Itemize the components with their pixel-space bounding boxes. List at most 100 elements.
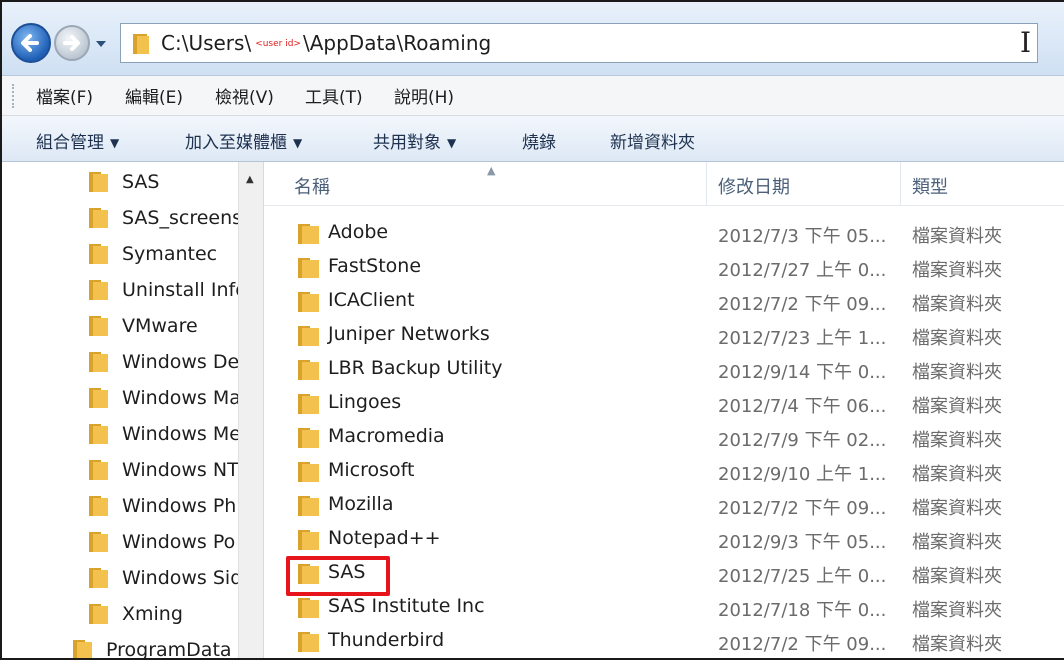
text-cursor-icon: I — [1020, 26, 1032, 59]
folder-icon — [89, 604, 108, 624]
tree-item-label: Xming — [122, 603, 183, 625]
file-row[interactable]: Mozilla 2012/7/2 下午 09... 檔案資料夾 — [264, 489, 1064, 523]
menu-edit[interactable]: 編輯(E) — [121, 81, 187, 110]
folder-icon — [298, 394, 319, 414]
tree-item[interactable]: ProgramData — [72, 634, 232, 658]
folder-icon — [298, 530, 319, 550]
navigation-scrollbar[interactable]: ▲ — [238, 162, 264, 658]
forward-button[interactable] — [54, 25, 90, 61]
tree-item-label: Windows Po — [122, 531, 236, 553]
file-type: 檔案資料夾 — [912, 498, 1002, 519]
file-row[interactable]: LBR Backup Utility 2012/9/14 下午 0... 檔案資料夾 — [264, 353, 1064, 387]
address-path: C:\Users\ <user id> \AppData\Roaming — [161, 31, 491, 55]
folder-icon — [89, 172, 108, 192]
back-arrow-icon — [21, 34, 39, 52]
tree-item[interactable]: Windows De — [88, 346, 238, 378]
file-row[interactable]: SAS Institute Inc 2012/7/18 下午 0... 檔案資料夾 — [264, 591, 1064, 625]
tree-item[interactable]: Windows Sid — [88, 562, 238, 594]
file-name: FastStone — [328, 255, 422, 277]
tree-item[interactable]: Windows Ma — [88, 382, 238, 414]
file-type: 檔案資料夾 — [912, 328, 1002, 349]
file-row[interactable]: Thunderbird 2012/7/2 下午 09... 檔案資料夾 — [264, 625, 1064, 658]
column-divider[interactable] — [900, 162, 901, 206]
file-row[interactable]: Adobe 2012/7/3 下午 05... 檔案資料夾 — [264, 217, 1064, 251]
file-name: ICAClient — [328, 289, 415, 311]
explorer-window: C:\Users\ <user id> \AppData\Roaming I 檔案(… — [0, 0, 1064, 660]
tree-item-label: Uninstall Info — [122, 279, 238, 301]
file-row[interactable]: Microsoft 2012/9/10 上午 1... 檔案資料夾 — [264, 455, 1064, 489]
tree-item[interactable]: Windows Po — [88, 526, 235, 558]
folder-icon — [89, 316, 108, 336]
column-divider[interactable] — [706, 162, 707, 206]
file-name: Microsoft — [328, 459, 415, 481]
folder-icon — [89, 532, 108, 552]
menu-bar: 檔案(F) 編輯(E) 檢視(V) 工具(T) 說明(H) — [2, 76, 1064, 116]
file-name: Adobe — [328, 221, 389, 243]
folder-icon — [298, 326, 319, 346]
burn-button[interactable]: 燒錄 — [522, 128, 556, 153]
file-type: 檔案資料夾 — [912, 566, 1002, 587]
sort-up-icon: ▲ — [487, 164, 496, 177]
column-name[interactable]: 名稱 — [294, 173, 330, 199]
tree-item[interactable]: Uninstall Info — [88, 274, 238, 306]
file-row[interactable]: Lingoes 2012/7/4 下午 06... 檔案資料夾 — [264, 387, 1064, 421]
tree-item[interactable]: Windows Me — [88, 418, 238, 450]
recent-pages-dropdown[interactable] — [94, 37, 108, 51]
tree-item[interactable]: SAS — [88, 166, 159, 198]
folder-icon — [89, 280, 108, 300]
file-date: 2012/7/25 上午 0... — [718, 566, 887, 587]
folder-icon — [298, 292, 319, 312]
dropdown-caret-icon: ▼ — [293, 136, 303, 150]
tree-item[interactable]: SAS_screens — [88, 202, 238, 234]
menu-tools[interactable]: 工具(T) — [301, 81, 367, 110]
folder-icon — [298, 428, 319, 448]
command-bar: 組合管理 ▼ 加入至媒體櫃 ▼ 共用對象 ▼ 燒錄 新增資料夾 — [2, 116, 1064, 162]
folder-icon — [298, 496, 319, 516]
menu-view[interactable]: 檢視(V) — [211, 81, 278, 110]
file-row[interactable]: Juniper Networks 2012/7/23 上午 1... 檔案資料夾 — [264, 319, 1064, 353]
file-name: Thunderbird — [328, 629, 445, 651]
file-date: 2012/7/2 下午 09... — [718, 294, 887, 315]
navigation-pane[interactable]: SAS SAS_screens Symantec Uninstall Info … — [2, 162, 238, 658]
file-row[interactable]: Macromedia 2012/7/9 下午 02... 檔案資料夾 — [264, 421, 1064, 455]
column-date[interactable]: 修改日期 — [718, 173, 790, 199]
file-row[interactable]: FastStone 2012/7/27 上午 0... 檔案資料夾 — [264, 251, 1064, 285]
folder-icon — [298, 360, 319, 380]
file-type: 檔案資料夾 — [912, 294, 1002, 315]
menu-file[interactable]: 檔案(F) — [32, 81, 97, 110]
organize-button[interactable]: 組合管理 ▼ — [36, 128, 119, 153]
file-row[interactable]: Notepad++ 2012/9/3 下午 05... 檔案資料夾 — [264, 523, 1064, 557]
folder-icon — [298, 462, 319, 482]
redacted-area — [472, 240, 570, 270]
new-folder-button[interactable]: 新增資料夾 — [610, 128, 695, 153]
sas-highlight-box — [286, 556, 390, 596]
address-bar[interactable]: C:\Users\ <user id> \AppData\Roaming — [120, 23, 1038, 63]
file-name: SAS Institute Inc — [328, 595, 485, 617]
tree-item[interactable]: Windows Ph — [88, 490, 236, 522]
folder-icon — [133, 34, 149, 54]
file-type: 檔案資料夾 — [912, 226, 1002, 247]
column-type[interactable]: 類型 — [912, 173, 948, 199]
dropdown-caret-icon: ▼ — [110, 136, 120, 150]
file-type: 檔案資料夾 — [912, 260, 1002, 281]
tree-item-label: Windows Me — [122, 423, 238, 445]
folder-icon — [89, 388, 108, 408]
folder-icon — [89, 496, 108, 516]
folder-icon — [298, 258, 319, 278]
add-to-library-button[interactable]: 加入至媒體櫃 ▼ — [185, 128, 302, 153]
file-date: 2012/7/23 上午 1... — [718, 328, 887, 349]
tree-item[interactable]: VMware — [88, 310, 198, 342]
file-name: Mozilla — [328, 493, 394, 515]
tree-item[interactable]: Windows NT — [88, 454, 238, 486]
tree-item-label: Windows Ph — [122, 495, 237, 517]
menu-help[interactable]: 說明(H) — [390, 81, 458, 110]
tree-item[interactable]: Xming — [88, 598, 183, 630]
file-date: 2012/7/27 上午 0... — [718, 260, 887, 281]
file-row[interactable]: ICAClient 2012/7/2 下午 09... 檔案資料夾 — [264, 285, 1064, 319]
back-button[interactable] — [11, 23, 51, 63]
tree-item[interactable]: Symantec — [88, 238, 217, 270]
folder-icon — [89, 352, 108, 372]
scroll-up-icon[interactable]: ▲ — [246, 174, 254, 185]
folder-icon — [89, 208, 108, 228]
share-with-button[interactable]: 共用對象 ▼ — [373, 128, 456, 153]
